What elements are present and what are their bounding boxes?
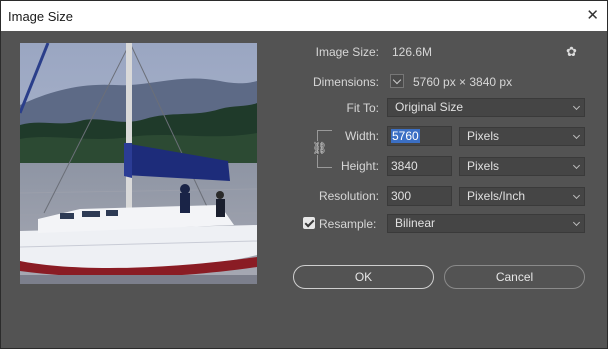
height-label: Height: (340, 159, 379, 173)
gear-icon[interactable]: ✿ (566, 44, 582, 59)
dimensions-units-dropdown[interactable] (390, 74, 404, 88)
width-unit-select[interactable]: Pixels (459, 127, 585, 146)
image-size-dialog: Image Size ✕ Image Size: 126.6M ✿ Dimens… (0, 0, 608, 349)
width-value: 5760 (391, 129, 420, 143)
width-label: Width: (344, 129, 379, 143)
chain-link-icon[interactable]: ⛓ (312, 141, 327, 155)
resample-select[interactable]: Bilinear (387, 214, 585, 233)
image-size-label: Image Size: (315, 45, 379, 59)
fit-to-select[interactable]: Original Size (387, 98, 585, 117)
fit-to-value: Original Size (395, 100, 464, 114)
dimensions-value: 5760 px × 3840 px (413, 75, 513, 89)
resolution-unit-select[interactable]: Pixels/Inch (459, 187, 585, 206)
image-preview[interactable] (20, 43, 257, 284)
resolution-value: 300 (391, 189, 412, 203)
resolution-label: Resolution: (318, 189, 379, 203)
fit-to-label: Fit To: (346, 101, 379, 115)
height-unit: Pixels (467, 159, 500, 173)
width-unit: Pixels (467, 129, 500, 143)
height-input[interactable]: 3840 (387, 156, 452, 176)
dialog-content: Image Size: 126.6M ✿ Dimensions: 5760 px… (1, 31, 607, 348)
cancel-button[interactable]: Cancel (444, 265, 585, 289)
sailboat-photo (20, 43, 257, 284)
resolution-input[interactable]: 300 (387, 186, 452, 206)
chevron-down-icon (572, 161, 581, 170)
title-bar: Image Size ✕ (1, 1, 607, 31)
resample-checkbox[interactable] (303, 217, 315, 229)
height-value: 3840 (391, 159, 418, 173)
resolution-unit: Pixels/Inch (467, 189, 526, 203)
ok-button[interactable]: OK (293, 265, 434, 289)
resample-label: Resample: (319, 217, 377, 231)
resample-value: Bilinear (395, 216, 436, 230)
width-input[interactable]: 5760 (387, 126, 452, 146)
chevron-down-icon (572, 102, 581, 111)
chevron-down-icon (572, 191, 581, 200)
image-size-value: 126.6M (392, 45, 433, 59)
dimensions-label: Dimensions: (312, 75, 379, 89)
chevron-down-icon (572, 218, 581, 227)
height-unit-select[interactable]: Pixels (459, 157, 585, 176)
close-icon[interactable]: ✕ (586, 6, 599, 24)
chevron-down-icon (572, 131, 581, 140)
dialog-title: Image Size (8, 9, 74, 24)
